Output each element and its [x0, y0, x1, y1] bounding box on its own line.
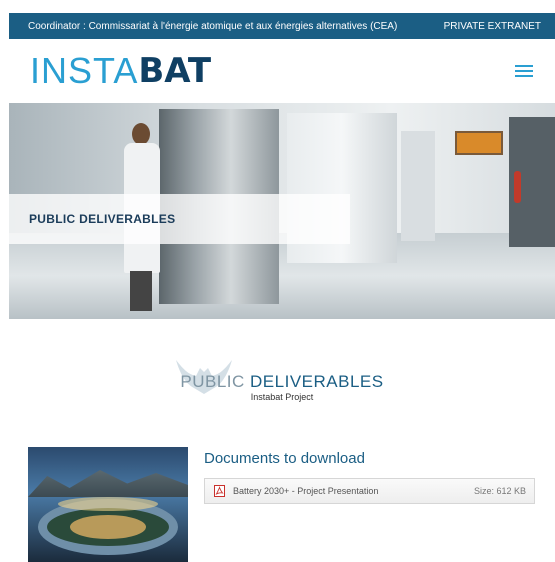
hero-title: PUBLIC DELIVERABLES: [29, 212, 176, 226]
private-extranet-link[interactable]: PRIVATE EXTRANET: [444, 21, 541, 32]
hero-title-box: PUBLIC DELIVERABLES: [9, 194, 350, 244]
hamburger-menu-icon[interactable]: [515, 65, 533, 77]
section-subtitle: Instabat Project: [250, 392, 314, 402]
instabat-logo[interactable]: INSTA BAT: [30, 50, 212, 91]
document-size: Size: 612 KB: [473, 486, 526, 496]
document-name[interactable]: Battery 2030+ - Project Presentation: [233, 486, 378, 496]
section-title: PUBLIC DELIVERABLES: [180, 372, 384, 391]
pdf-icon: [214, 485, 225, 497]
section-heading: PUBLIC DELIVERABLES Instabat Project: [9, 350, 555, 410]
logo-text-bold: BAT: [138, 51, 212, 91]
document-download-row[interactable]: Battery 2030+ - Project Presentation Siz…: [204, 478, 535, 504]
hero-banner: PUBLIC DELIVERABLES: [9, 103, 555, 319]
logo-text-light: INSTA: [30, 50, 139, 91]
coordinator-text: Coordinator : Commissariat à l'énergie a…: [28, 20, 398, 32]
documents-heading: Documents to download: [204, 450, 365, 467]
top-bar: Coordinator : Commissariat à l'énergie a…: [9, 13, 555, 39]
site-header: INSTA BAT: [9, 39, 555, 103]
synchrotron-photo: [28, 447, 188, 562]
